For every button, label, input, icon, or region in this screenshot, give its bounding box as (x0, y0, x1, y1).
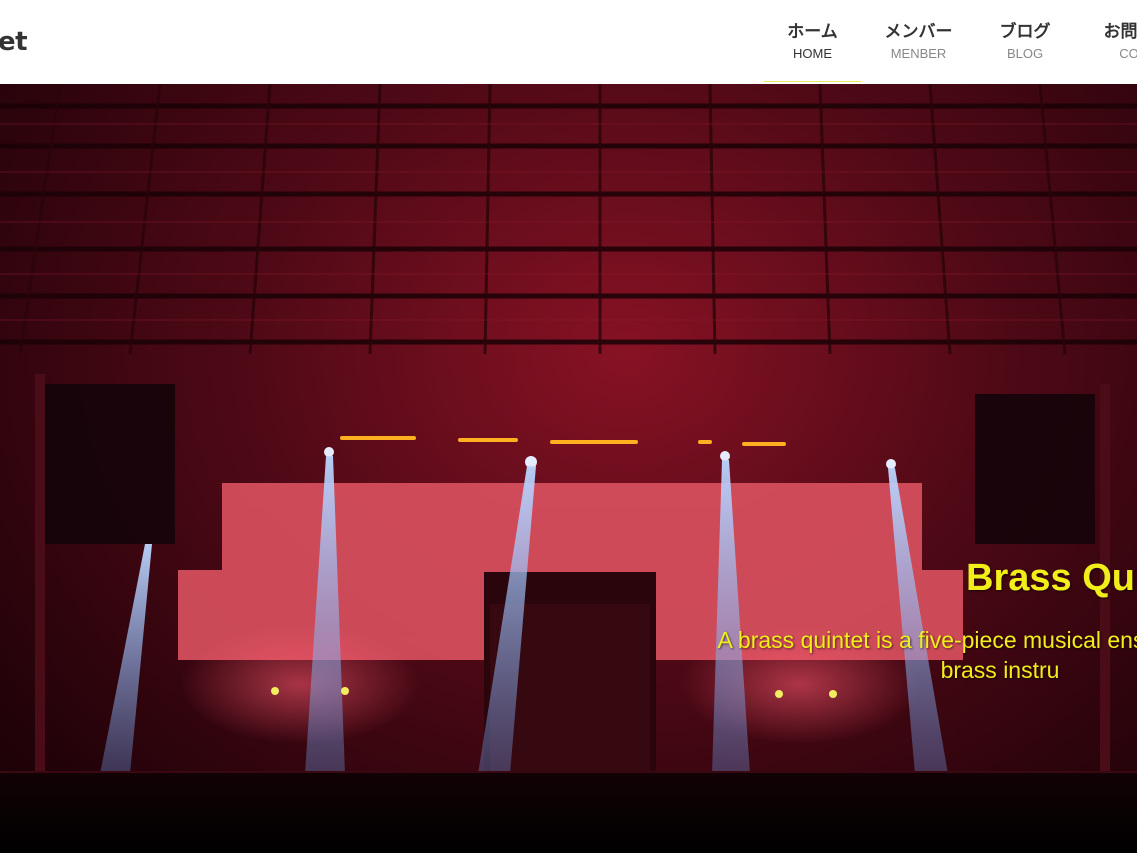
nav-item-contact-label: お問い (1103, 22, 1137, 42)
nav-item-blog-label: ブログ (999, 22, 1051, 42)
nav-item-member[interactable]: メンバー MENBER (861, 0, 976, 84)
nav-item-contact-sublabel: CO (1119, 46, 1137, 61)
main-nav: ホーム HOME メンバー MENBER ブログ BLOG お問い CO (764, 0, 1137, 84)
nav-item-contact[interactable]: お問い CO (1074, 0, 1137, 84)
site-header: et ホーム HOME メンバー MENBER ブログ BLOG お問い CO (0, 0, 1137, 84)
nav-item-member-sublabel: MENBER (890, 46, 947, 61)
nav-item-home-label: ホーム (787, 22, 838, 42)
hero-description: A brass quintet is a five-piece musical … (717, 627, 1137, 683)
nav-item-home[interactable]: ホーム HOME (764, 0, 861, 84)
stage-background-image (0, 84, 1137, 853)
nav-item-member-label: メンバー (884, 22, 953, 42)
site-logo[interactable]: et (0, 27, 28, 57)
nav-item-home-sublabel: HOME (793, 46, 832, 61)
hero-banner: Brass Qui A brass quintet is a five-piec… (0, 84, 1137, 853)
nav-item-blog-sublabel: BLOG (1006, 46, 1044, 61)
hero-title: Brass Qui (966, 557, 1137, 599)
nav-item-blog[interactable]: ブログ BLOG (976, 0, 1074, 84)
